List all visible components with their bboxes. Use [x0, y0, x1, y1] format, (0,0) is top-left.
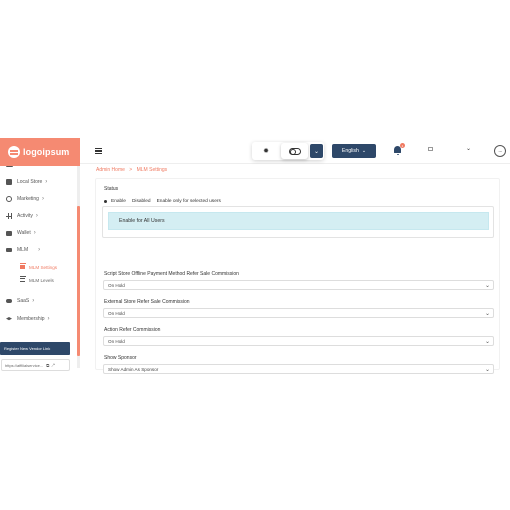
main-content: Admin Home > MLM Settings Status Enable … [88, 164, 510, 374]
copy-icon[interactable]: ⧉ ↗ [46, 363, 54, 368]
theme-switcher: ✹ ⌄ [252, 142, 324, 160]
list-icon [20, 265, 25, 269]
chevron-down-icon[interactable]: ⌄ [466, 145, 471, 152]
list-icon [20, 278, 25, 282]
status-info-message: Enable for All Users [119, 218, 165, 224]
sidebar-subitem-mlm-levels[interactable]: MLM Levels [20, 275, 54, 285]
radio-label: Disabled [131, 199, 151, 204]
box-icon [6, 179, 12, 185]
sidebar: Members › Local Store › Marketing › Acti… [0, 138, 80, 368]
sidebar-item-label: MLM [17, 247, 29, 253]
select-value: On Hold [108, 310, 125, 316]
referral-link-field[interactable]: https://affilialservice... ⧉ ↗ [1, 359, 70, 371]
status-radio-selected-users[interactable]: Enable only for selected users [157, 199, 221, 204]
toggle-icon [288, 147, 301, 155]
logo-icon [8, 146, 20, 158]
more-options-button[interactable]: ... [494, 145, 506, 157]
theme-toggle-button[interactable] [281, 143, 308, 159]
status-radio-enable[interactable]: Enable [104, 199, 126, 204]
sidebar-item-marketing[interactable]: Marketing › [6, 193, 44, 205]
chevron-down-icon: › [38, 247, 41, 253]
sidebar-item-membership[interactable]: Membership › [6, 313, 50, 325]
chevron-down-icon: ⌄ [484, 367, 490, 373]
chevron-down-icon: ⌄ [484, 311, 490, 317]
status-label: Status [104, 186, 119, 192]
top-header: ✹ ⌄ English ⌄ 1 ⌄ ... [80, 138, 510, 164]
sidebar-item-label: Wallet [17, 230, 31, 236]
select-action-refer-commission[interactable]: On Hold ⌄ [103, 336, 494, 346]
graduation-cap-icon [6, 317, 12, 321]
sidebar-item-saas[interactable]: SaaS › [6, 295, 34, 307]
brand-logo[interactable]: logoipsum [0, 138, 80, 166]
chevron-right-icon: › [32, 298, 35, 304]
status-info-panel: Enable for All Users [102, 206, 494, 238]
chevron-right-icon: › [47, 316, 50, 322]
notification-badge: 1 [400, 143, 405, 148]
chevron-down-icon: ⌄ [361, 148, 367, 154]
sidebar-item-label: Local Store [17, 179, 43, 185]
language-dropdown[interactable]: English ⌄ [332, 144, 376, 158]
status-radio-disabled[interactable]: Disabled [132, 199, 151, 204]
sidebar-subitem-label: MLM Levels [29, 277, 54, 283]
referral-link-value: https://affilialservice... [5, 362, 44, 368]
sidebar-scrollbar[interactable] [77, 166, 80, 368]
chevron-right-icon: › [35, 213, 38, 219]
radio-label: Enable only for selected users [156, 199, 221, 204]
breadcrumb-separator: > [129, 167, 133, 173]
sidebar-item-label: Activity [17, 213, 33, 219]
cloud-icon [6, 299, 12, 303]
sidebar-item-wallet[interactable]: Wallet › [6, 227, 36, 239]
field-label-external-store-commission: External Store Refer Sale Commission [104, 299, 190, 305]
sidebar-item-label: Membership [17, 316, 45, 322]
select-external-store-commission[interactable]: On Hold ⌄ [103, 308, 494, 318]
cash-icon [6, 248, 12, 252]
breadcrumb-home-link[interactable]: Admin Home [96, 167, 125, 173]
field-label-show-sponsor: Show Sponsor [104, 355, 137, 361]
chevron-down-icon[interactable]: ⌄ [310, 144, 323, 158]
breadcrumb-current: MLM Settings [136, 167, 168, 173]
sidebar-scrollbar-thumb[interactable] [77, 206, 80, 356]
sidebar-item-label: SaaS [17, 298, 30, 304]
field-label-action-refer-commission: Action Refer Commission [104, 327, 161, 333]
select-show-sponsor[interactable]: Show Admin As Sponsor ⌄ [103, 364, 494, 374]
pulse-icon [6, 213, 12, 219]
sidebar-item-local-store[interactable]: Local Store › [6, 176, 47, 188]
register-vendor-label: Register New Vendor Link [4, 346, 51, 351]
sun-icon[interactable]: ✹ [255, 144, 277, 158]
language-label: English [341, 148, 359, 154]
chevron-down-icon: ⌄ [484, 339, 490, 345]
sidebar-item-activity[interactable]: Activity › [6, 210, 38, 222]
sidebar-subitem-label: MLM Settings [29, 264, 58, 270]
avatar[interactable] [428, 147, 433, 151]
radio-dot[interactable] [104, 200, 107, 203]
gear-icon [6, 196, 12, 202]
select-value: On Hold [108, 282, 125, 288]
select-value: On Hold [108, 338, 125, 344]
chevron-down-icon: ⌄ [484, 283, 490, 289]
chevron-right-icon: › [41, 196, 44, 202]
logo-text: logoipsum [23, 147, 70, 157]
select-value: Show Admin As Sponsor [108, 366, 159, 372]
field-label-script-store-commission: Script Store Offline Payment Method Refe… [104, 271, 239, 277]
sidebar-item-label: Marketing [17, 196, 39, 202]
wallet-icon [6, 230, 12, 236]
status-radio-group: Enable Disabled Enable only for selected… [104, 199, 231, 204]
breadcrumb: Admin Home > MLM Settings [96, 167, 167, 173]
sidebar-subitem-mlm-settings[interactable]: MLM Settings [20, 262, 57, 272]
chevron-right-icon: › [33, 230, 36, 236]
select-script-store-commission[interactable]: On Hold ⌄ [103, 280, 494, 290]
register-vendor-link-box: Register New Vendor Link [0, 342, 70, 355]
mlm-settings-card: Status Enable Disabled Enable only for s… [95, 178, 500, 374]
chevron-right-icon: › [45, 179, 48, 185]
radio-label: Enable [111, 199, 126, 204]
sidebar-item-mlm[interactable]: MLM › [6, 244, 40, 256]
status-info-alert: Enable for All Users [108, 212, 489, 230]
hamburger-menu-icon[interactable] [95, 148, 102, 154]
